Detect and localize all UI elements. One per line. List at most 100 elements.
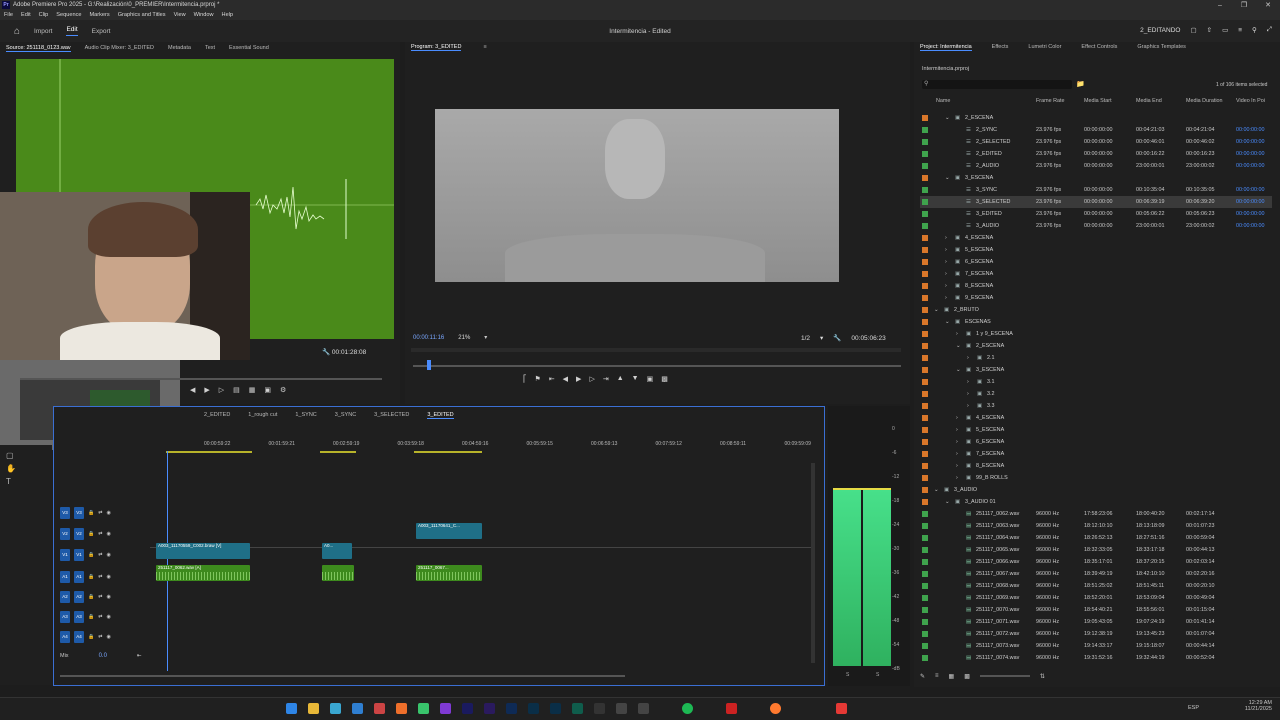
project-row[interactable]: ▤ 251117_0064.wav 96000 Hz 18:26:52:13 18:27… xyxy=(920,532,1272,544)
lock-icon[interactable]: 🔒 xyxy=(88,594,94,600)
project-row[interactable]: › ▣ 4_ESCENA xyxy=(920,232,1272,244)
timeline-playhead[interactable] xyxy=(167,451,168,671)
project-row[interactable]: › ▣ 6_ESCENA xyxy=(920,436,1272,448)
project-row[interactable]: ▤ 251117_0068.wav 96000 Hz 18:51:25:02 18:51… xyxy=(920,580,1272,592)
sequence-tab[interactable]: 1_SYNC xyxy=(295,412,316,419)
project-row[interactable]: › ▣ 3.2 xyxy=(920,388,1272,400)
label-color-swatch[interactable] xyxy=(922,187,928,193)
chevron-down-icon[interactable]: ▾ xyxy=(820,334,823,342)
mark-in-icon[interactable]: ⎡ xyxy=(523,375,527,383)
app-icon[interactable] xyxy=(572,703,583,714)
chevron-right-icon[interactable]: › xyxy=(956,463,958,469)
project-row[interactable]: ☰ 3_EDITED 23.976 fps 00:00:00:00 00:05:06:2… xyxy=(920,208,1272,220)
work-area-bar[interactable] xyxy=(166,451,806,455)
project-row[interactable]: ☰ 2_SYNC 23.976 fps 00:00:00:00 00:04:21:03 0… xyxy=(920,124,1272,136)
project-row[interactable]: ▤ 251117_0067.wav 96000 Hz 18:39:49:19 18:42… xyxy=(920,568,1272,580)
mix-end-icon[interactable]: ⇤ xyxy=(137,653,142,659)
label-color-swatch[interactable] xyxy=(922,175,928,181)
app-icon[interactable] xyxy=(374,703,385,714)
tab-text[interactable]: Text xyxy=(205,45,215,51)
project-row[interactable]: ⌄ ▣ 3_AUDIO 01 xyxy=(920,496,1272,508)
chevron-down-icon[interactable]: ⌄ xyxy=(945,175,950,181)
video-clip[interactable]: A0... xyxy=(322,543,352,559)
project-row[interactable]: › ▣ 9_ESCENA xyxy=(920,292,1272,304)
sort-icon[interactable]: ⇅ xyxy=(1040,673,1045,680)
minimize-icon[interactable]: – xyxy=(1208,2,1232,9)
label-color-swatch[interactable] xyxy=(922,199,928,205)
sequence-tab[interactable]: 1_rough cut xyxy=(248,412,277,419)
project-row[interactable]: ▤ 251117_0066.wav 96000 Hz 18:35:17:01 18:37… xyxy=(920,556,1272,568)
eye-icon[interactable]: ◉ xyxy=(106,614,110,620)
project-row[interactable]: ⌄ ▣ 3_ESCENA xyxy=(920,364,1272,376)
track-label[interactable]: A3 xyxy=(74,611,84,623)
notion-icon[interactable] xyxy=(616,703,627,714)
eye-icon[interactable]: ◉ xyxy=(106,552,110,558)
tab-graphics-templates[interactable]: Graphics Templates xyxy=(1137,44,1186,50)
lock-icon[interactable]: 🔒 xyxy=(88,614,94,620)
track-target[interactable]: V3 xyxy=(60,507,70,519)
menu-edit[interactable]: Edit xyxy=(17,12,35,18)
project-row[interactable]: › ▣ 8_ESCENA xyxy=(920,460,1272,472)
chevron-right-icon[interactable]: › xyxy=(967,355,969,361)
row-video-in[interactable]: 00:00:00:00 xyxy=(1236,127,1264,133)
label-color-swatch[interactable] xyxy=(922,607,928,613)
wrench-icon[interactable]: 🔧 xyxy=(322,349,330,356)
app-icon[interactable] xyxy=(726,703,737,714)
fullscreen-icon[interactable]: ▭ xyxy=(1222,26,1228,34)
chevron-right-icon[interactable]: › xyxy=(945,295,947,301)
sync-icon[interactable]: ⇄ xyxy=(98,614,102,620)
project-row[interactable]: › ▣ 3.1 xyxy=(920,376,1272,388)
chevron-right-icon[interactable]: › xyxy=(956,439,958,445)
col-frame-rate[interactable]: Frame Rate xyxy=(1036,98,1064,104)
label-color-swatch[interactable] xyxy=(922,115,928,121)
step-forward-icon[interactable]: ▷ xyxy=(589,375,594,383)
label-color-swatch[interactable] xyxy=(922,307,928,313)
track-header-a3[interactable]: A3 A3 🔒 ⇄ ◉ xyxy=(60,609,148,625)
chevron-down-icon[interactable]: ⌄ xyxy=(945,499,950,505)
label-color-swatch[interactable] xyxy=(922,655,928,661)
menu-window[interactable]: Window xyxy=(190,12,218,18)
label-color-swatch[interactable] xyxy=(922,379,928,385)
chevron-down-icon[interactable]: ⌄ xyxy=(956,343,961,349)
settings-icon[interactable]: ⚙ xyxy=(280,386,286,394)
firefox-icon[interactable] xyxy=(770,703,781,714)
resolution-select[interactable]: 1/2 xyxy=(801,335,810,342)
project-row[interactable]: ⌄ ▣ 3_ESCENA xyxy=(920,172,1272,184)
store-icon[interactable] xyxy=(330,703,341,714)
chevron-down-icon[interactable]: ⌄ xyxy=(945,319,950,325)
mix-value[interactable]: 0.0 xyxy=(99,653,107,659)
label-color-swatch[interactable] xyxy=(922,583,928,589)
search-icon[interactable]: ⚲ xyxy=(1252,26,1257,34)
col-name[interactable]: Name xyxy=(936,98,950,104)
sync-icon[interactable]: ⇄ xyxy=(98,552,102,558)
list-view-icon[interactable]: ≡ xyxy=(935,673,939,679)
label-color-swatch[interactable] xyxy=(922,319,928,325)
compare-icon[interactable]: ▩ xyxy=(661,375,668,383)
track-target[interactable]: A3 xyxy=(60,611,70,623)
lock-icon[interactable]: 🔒 xyxy=(88,574,94,580)
label-color-swatch[interactable] xyxy=(922,547,928,553)
tab-lumetri-color[interactable]: Lumetri Color xyxy=(1028,44,1061,50)
label-color-swatch[interactable] xyxy=(922,331,928,337)
lock-icon[interactable]: 🔒 xyxy=(88,552,94,558)
sync-icon[interactable]: ⇄ xyxy=(98,531,102,537)
audio-clip[interactable]: 251117_0062.wav [A] xyxy=(156,565,250,581)
step-back-icon[interactable]: ◀ xyxy=(563,375,568,383)
pencil-icon[interactable]: ✎ xyxy=(920,673,925,680)
label-color-swatch[interactable] xyxy=(922,595,928,601)
project-row[interactable]: ☰ 3_SELECTED 23.976 fps 00:00:00:00 00:06:39… xyxy=(920,196,1272,208)
meter-solo-button[interactable]: S xyxy=(876,672,879,678)
label-color-swatch[interactable] xyxy=(922,283,928,289)
sequence-tab[interactable]: 3_SYNC xyxy=(335,412,356,419)
menu-sequence[interactable]: Sequence xyxy=(52,12,85,18)
track-header-v2[interactable]: V2 V2 🔒 ⇄ ◉ xyxy=(60,526,148,542)
chevron-right-icon[interactable]: › xyxy=(956,427,958,433)
project-row[interactable]: ▤ 251117_0070.wav 96000 Hz 18:54:40:21 18:55… xyxy=(920,604,1272,616)
premiere-taskbar-icon[interactable] xyxy=(462,703,473,714)
label-color-swatch[interactable] xyxy=(922,127,928,133)
label-color-swatch[interactable] xyxy=(922,211,928,217)
spotify-icon[interactable] xyxy=(682,703,693,714)
source-scrubber[interactable] xyxy=(20,378,382,380)
program-time-ruler[interactable] xyxy=(411,348,901,352)
project-row[interactable]: › ▣ 2.1 xyxy=(920,352,1272,364)
